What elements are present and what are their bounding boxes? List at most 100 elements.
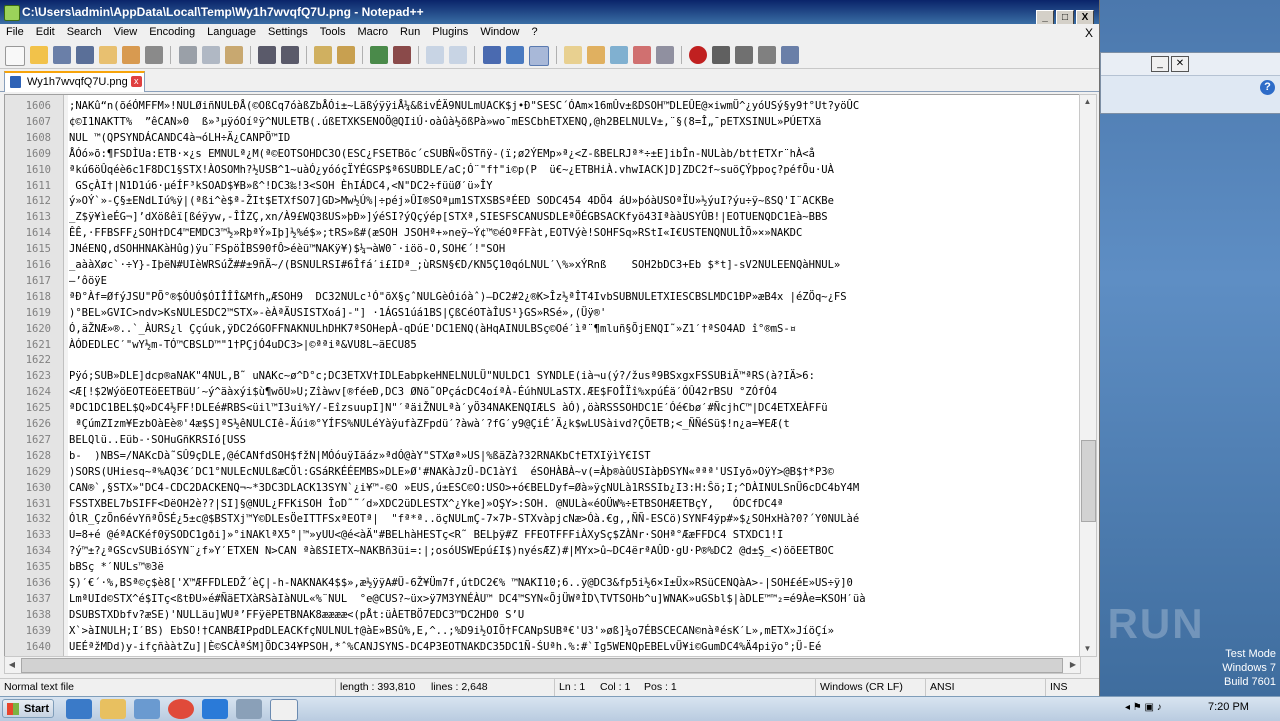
editor-line[interactable]: 1635 bBSç *′NULs™®3ë — [5, 560, 1080, 575]
line-text[interactable]: ªÇúmZIzm¥EzbOàEè®'4æ$S]ªS½êNULCIê-Äúi®°Y… — [69, 417, 1074, 432]
line-text[interactable]: b- )NBS=/NAKcDà˜SÛ9çDLE,@éCANfdSOH$fžN|M… — [69, 449, 1074, 464]
scroll-down-arrow-icon[interactable]: ▼ — [1081, 642, 1094, 656]
function-list-icon[interactable] — [609, 46, 628, 64]
editor-line[interactable]: 1623 Pÿó;SUB»DLE]dcp®aNAK"4NUL,B˜ uNAKc~ø… — [5, 369, 1080, 384]
editor-line[interactable]: 1627 BELQlü..Eüb-·SOHuGñKRSIó[USS — [5, 433, 1080, 448]
line-text[interactable]: ?ý™±?¿ªGScvSUBióSYN¨¿f»Y′ETXEN N>CAN ªàß… — [69, 544, 1074, 559]
line-text[interactable]: ÊÊ,·FFBSFF¿SOH†DC4™EMDC3™½»RþªÝ»Iþ]½%é$»… — [69, 226, 1074, 241]
notepadpp-app-icon[interactable] — [4, 5, 20, 21]
record-macro-icon[interactable] — [689, 46, 708, 64]
stop-macro-icon[interactable] — [712, 46, 731, 64]
menu-help[interactable]: ? — [525, 24, 543, 38]
line-text[interactable]: FSSTXBEL7bSIFF<DëOH2è??|SI]§@NUL¿FFKiSOH… — [69, 497, 1074, 512]
media-taskbar-icon[interactable] — [134, 699, 160, 719]
editor-line[interactable]: 1638 DSUBSTXDbfv?æSE)'NULLäu]WUª’FFÿëPETB… — [5, 608, 1080, 623]
line-text[interactable]: <Æ[!$2WýöEOTEöEETBüU′~ý^äàxýi$ù¶wõU»U;Zî… — [69, 385, 1074, 400]
menu-tools[interactable]: Tools — [314, 24, 352, 38]
line-text[interactable]: ªDC1DC1BEL$Q»DC4½FF!DLEé#RBS<üil™I3ui%Y/… — [69, 401, 1074, 416]
vertical-scrollbar[interactable]: ▲ ▼ — [1079, 94, 1097, 657]
menu-edit[interactable]: Edit — [30, 24, 61, 38]
editor-line[interactable]: 1634 ?ý™±?¿ªGScvSUBióSYN¨¿f»Y′ETXEN N>CAN… — [5, 544, 1080, 559]
word-wrap-icon[interactable] — [482, 46, 501, 64]
line-text[interactable]: ¢©I1NAKTT% ”êCAN»0 ß»³µÿóOíºÿ^NULETB(.úß… — [69, 115, 1074, 130]
line-text[interactable]: ;NAKû“n(õéÓMFFM»!NULØiñNULÐÅ(©OßCq7óàßZb… — [69, 99, 1074, 114]
paste-icon[interactable] — [224, 46, 243, 64]
line-text[interactable]: GSçÀI†|N1D1ú6·µéÍF³kSOAD$¥B»ß^!DC3‰!3<SO… — [69, 179, 1074, 194]
editor-line[interactable]: 1636 Ş)′€´·%,BSª©ç$è8['X™ÆFFDLEDŽ´èÇ|-h-N… — [5, 576, 1080, 591]
editor-line[interactable]: 1630 CAN®`,§STX»"DC4-CDC2DACKENQ¬~*3DC3DL… — [5, 481, 1080, 496]
close-file-icon[interactable] — [99, 46, 118, 64]
help-icon[interactable]: ? — [1260, 80, 1275, 95]
monitoring-icon[interactable] — [656, 46, 674, 64]
editor-line[interactable]: 1606 ;NAKû“n(õéÓMFFM»!NULØiñNULÐÅ(©OßCq7ó… — [5, 99, 1080, 114]
tab-document[interactable]: Wy1h7wvqfQ7U.png x — [4, 71, 145, 92]
bg-close-button[interactable]: ✕ — [1171, 56, 1189, 72]
scroll-up-arrow-icon[interactable]: ▲ — [1081, 95, 1094, 109]
line-text[interactable]: ÀÓDEDLEC′"wY½m-TÓ™CBSLD™"1†PÇjÓ4uDC3>|©ª… — [69, 338, 1074, 353]
user-lang-icon[interactable] — [563, 46, 582, 64]
notepadpp-taskbar-icon[interactable] — [270, 699, 298, 721]
line-text[interactable]: DSUBSTXDbfv?æSE)'NULLäu]WUª’FFÿëPETBNAK8… — [69, 608, 1074, 623]
editor-line[interactable]: 1608 NUL ™(QPSYNDÁCANDC4à¬óLH÷Ä¿CANPÖ™ID — [5, 131, 1080, 146]
doc-map-icon[interactable] — [586, 46, 605, 64]
editor-line[interactable]: 1628 b- )NBS=/NAKcDà˜SÛ9çDLE,@éCANfdSOH$f… — [5, 449, 1080, 464]
background-window[interactable]: _ ✕ ? — [1100, 52, 1280, 114]
editor-line[interactable]: 1625 ªDC1DC1BEL$Q»DC4½FF!DLEé#RBS<üil™I3u… — [5, 401, 1080, 416]
title-bar[interactable]: C:\Users\admin\AppData\Local\Temp\Wy1h7w… — [0, 0, 1099, 27]
line-text[interactable]: JNéENQ,dSOHHNAKàHûg)ÿu¨FSpöÌBS90fÔ>éèü™N… — [69, 242, 1074, 257]
text-editor[interactable]: 1606 ;NAKû“n(õéÓMFFM»!NULØiñNULÐÅ(©OßCq7ó… — [4, 94, 1081, 657]
menu-view[interactable]: View — [108, 24, 144, 38]
editor-line[interactable]: 1626 ªÇúmZIzm¥EzbOàEè®'4æ$S]ªS½êNULCIê-Ä… — [5, 417, 1080, 432]
sync-vertical-icon[interactable] — [426, 46, 445, 64]
start-button[interactable]: Start — [2, 699, 54, 718]
chrome-taskbar-icon[interactable] — [168, 699, 194, 719]
find-icon[interactable] — [313, 46, 332, 64]
editor-line[interactable]: 1624 <Æ[!$2WýöEOTEöEETBüU′~ý^äàxýi$ù¶wõU»… — [5, 385, 1080, 400]
new-file-icon[interactable] — [5, 46, 25, 66]
scroll-right-arrow-icon[interactable]: ▶ — [1066, 658, 1080, 671]
editor-line[interactable]: 1614 ÊÊ,·FFBSFF¿SOH†DC4™EMDC3™½»RþªÝ»Iþ]½… — [5, 226, 1080, 241]
app-taskbar-icon[interactable] — [236, 699, 262, 719]
line-text[interactable]: U=8+é @éªACKéf0ÿSODC1gði]»°iNAKlªX5°|™»y… — [69, 528, 1074, 543]
close-document-button[interactable]: X — [1085, 26, 1093, 40]
open-file-icon[interactable] — [30, 46, 49, 64]
system-tray[interactable]: ◂ ⚑ ▣ ♪ — [1125, 702, 1162, 713]
bg-minimize-button[interactable]: _ — [1151, 56, 1169, 72]
editor-line[interactable]: 1633 U=8+é @éªACKéf0ÿSODC1gði]»°iNAKlªX5°… — [5, 528, 1080, 543]
menu-window[interactable]: Window — [474, 24, 525, 38]
line-text[interactable]: BELQlü..Eüb-·SOHuGñKRSIó[USS — [69, 433, 1074, 448]
menu-run[interactable]: Run — [394, 24, 426, 38]
editor-line[interactable]: 1616 _aààXøc`·÷Y}-IþëN#UIèWRSúŽ##±9ñÄ~/(B… — [5, 258, 1080, 273]
copy-icon[interactable] — [201, 46, 220, 64]
editor-line[interactable]: 1621 ÀÓDEDLEC′"wY½m-TÓ™CBSLD™"1†PÇjÓ4uDC3… — [5, 338, 1080, 353]
editor-line[interactable]: 1610 ªkú6öÛqéè6c1F8DC1§STX!ÀOSOMh?½USB^1~… — [5, 163, 1080, 178]
edge-taskbar-icon[interactable] — [202, 699, 228, 719]
vertical-scroll-thumb[interactable] — [1081, 440, 1096, 522]
line-text[interactable]: bBSç *′NULs™®3ë — [69, 560, 1074, 575]
editor-line[interactable]: 1639 X`>àINULH;I′BS) EbSO!†CANBÆIPpdDLEAC… — [5, 624, 1080, 639]
editor-line[interactable]: 1620 Ó,äŽNÆ»®..`_ÀURS¿l Ççúuk,ÿDC2óGOFFNA… — [5, 322, 1080, 337]
redo-icon[interactable] — [280, 46, 299, 64]
line-text[interactable]: _Z$ÿ¥ìeÉG¬]’dXößêï[ßéÿyw,-ÎÎZÇ,xn/À9£WQ3… — [69, 210, 1074, 225]
line-text[interactable]: _aààXøc`·÷Y}-IþëN#UIèWRSúŽ##±9ñÄ~/(BSNUL… — [69, 258, 1074, 273]
editor-line[interactable]: 1631 FSSTXBEL7bSIFF<DëOH2è??|SI]§@NUL¿FFK… — [5, 497, 1080, 512]
sync-horizontal-icon[interactable] — [449, 46, 468, 64]
line-text[interactable]: –’ôöÿE — [69, 274, 1074, 289]
editor-line[interactable]: 1615 JNéENQ,dSOHHNAKàHûg)ÿu¨FSpöÌBS90fÔ>é… — [5, 242, 1080, 257]
line-text[interactable]: LmªUId©STX^é$ITç<ßtÐU»é#ÑäETXàRSàIàNUL«%… — [69, 592, 1074, 607]
scroll-left-arrow-icon[interactable]: ◀ — [5, 658, 19, 671]
line-text[interactable]: Ó,äŽNÆ»®..`_ÀURS¿l Ççúuk,ÿDC2óGOFFNAKNUL… — [69, 322, 1074, 337]
line-text[interactable]: ÓlR_ÇzÕn6évYñªÕSÉ¿5±c@$BSTXj™Y©DLEsÖeITT… — [69, 512, 1074, 527]
line-text[interactable]: Pÿó;SUB»DLE]dcp®aNAK"4NUL,B˜ uNAKc~ø^D°c… — [69, 369, 1074, 384]
print-icon[interactable] — [145, 46, 164, 64]
tab-close-icon[interactable]: x — [130, 76, 142, 87]
zoom-in-icon[interactable] — [370, 46, 389, 64]
line-text[interactable]: NUL ™(QPSYNDÁCANDC4à¬óLH÷Ä¿CANPÖ™ID — [69, 131, 1074, 146]
editor-line[interactable]: 1618 ªÐ°Àf=ØfýJSU"PÕ°®$ÓUÓ$ÓIÎÎÎ&Mfh„ÆSOH… — [5, 290, 1080, 305]
horizontal-scroll-thumb[interactable] — [21, 658, 1063, 673]
editor-line[interactable]: 1611 GSçÀI†|N1D1ú6·µéÍF³kSOAD$¥B»ß^!DC3‰… — [5, 179, 1080, 194]
folder-workspace-icon[interactable] — [632, 46, 651, 64]
editor-line[interactable]: 1637 LmªUId©STX^é$ITç<ßtÐU»é#ÑäETXàRSàIàN… — [5, 592, 1080, 607]
editor-line[interactable]: 1640 UEÉªžMDd)y-ifçñààtZu]|È©SCÀªŚM]ÕDC34… — [5, 640, 1080, 655]
show-all-chars-icon[interactable] — [505, 46, 524, 64]
